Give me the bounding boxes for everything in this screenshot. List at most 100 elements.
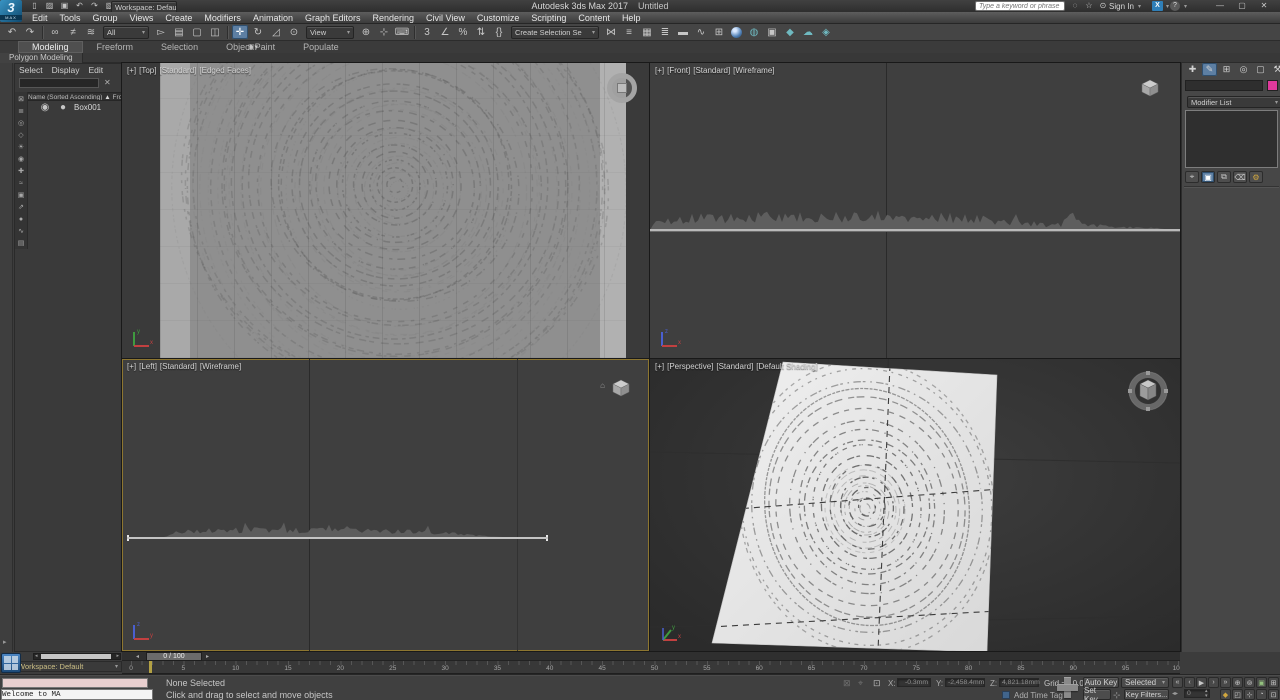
go-to-start-icon[interactable]: «: [1172, 677, 1183, 688]
hierarchy-tab[interactable]: ⊞: [1219, 63, 1234, 76]
fingerprint-plane-top[interactable]: [160, 63, 626, 358]
ribbon-tab-populate[interactable]: Populate: [289, 41, 353, 53]
front-label-+[interactable]: [+]: [655, 66, 664, 75]
modifier-list-dropdown[interactable]: Modifier List▾: [1187, 96, 1280, 108]
select-and-scale-icon[interactable]: ◿: [268, 25, 284, 39]
z-coord-field[interactable]: 4,821.18mm: [999, 678, 1039, 687]
list-item[interactable]: ◉● Box001: [28, 103, 122, 112]
undo-icon[interactable]: ↶: [4, 25, 20, 39]
help-icon[interactable]: ?: [1170, 1, 1180, 11]
display-tab[interactable]: ▢: [1253, 63, 1268, 76]
viewport-layout-button[interactable]: [1, 653, 21, 673]
help-chevron-icon[interactable]: ▾: [1184, 3, 1187, 10]
show-end-result-icon[interactable]: ▣: [1201, 171, 1215, 183]
zoom-all-icon[interactable]: ⊚: [1244, 677, 1255, 688]
pan-hand-icon[interactable]: ⊹: [1244, 689, 1255, 700]
undo-qat-icon[interactable]: ↶: [73, 0, 86, 11]
se-bones-filter-icon[interactable]: ∿: [16, 225, 27, 237]
next-frame-arrow-icon[interactable]: ▸: [206, 653, 209, 660]
bind-to-space-warp-icon[interactable]: ≋: [83, 25, 99, 39]
ribbon-tab-modeling[interactable]: Modeling: [18, 41, 83, 53]
open-file-icon[interactable]: ▨: [43, 0, 56, 11]
unlink-selection-icon[interactable]: ≠: [65, 25, 81, 39]
selection-filter-dropdown[interactable]: All▾: [103, 26, 149, 39]
top-label-top[interactable]: [Top]: [139, 66, 156, 75]
menu-group[interactable]: Group: [87, 12, 124, 23]
se-lock-icon[interactable]: ⊠: [16, 93, 27, 105]
viewcube-home-icon[interactable]: ⌂: [600, 381, 605, 390]
explorer-menu-edit[interactable]: Edit: [89, 65, 104, 75]
align-icon[interactable]: ≡: [621, 25, 637, 39]
render-in-cloud-icon[interactable]: ☁: [800, 25, 816, 39]
menu-tools[interactable]: Tools: [54, 12, 87, 23]
communication-center-icon[interactable]: ◌: [1069, 0, 1081, 11]
exchange-chevron-icon[interactable]: ▾: [1166, 3, 1169, 10]
menu-customize[interactable]: Customize: [471, 12, 526, 23]
key-mode-icon[interactable]: ◆: [1220, 689, 1231, 700]
x-coord-field[interactable]: -0.3mm: [897, 678, 931, 687]
viewport-top[interactable]: [+][Top][Standard][Edged Faces] yx: [122, 63, 649, 358]
named-selection-set-dropdown[interactable]: Create Selection Se▾: [511, 26, 599, 39]
menu-modifiers[interactable]: Modifiers: [198, 12, 247, 23]
left-label-+[interactable]: [+]: [127, 362, 136, 371]
explorer-menu-display[interactable]: Display: [52, 65, 80, 75]
rectangular-selection-region-icon[interactable]: ▢: [189, 25, 205, 39]
zoom-icon[interactable]: ⊕: [1232, 677, 1243, 688]
object-color-swatch[interactable]: [1267, 80, 1278, 91]
remove-modifier-icon[interactable]: ⌫: [1233, 171, 1247, 183]
left-label-standard[interactable]: [Standard]: [160, 362, 197, 371]
se-helpers-filter-icon[interactable]: ✚: [16, 165, 27, 177]
viewport-front[interactable]: [+][Front][Standard][Wireframe] zx: [650, 63, 1180, 358]
perspective-label-default-shading[interactable]: [Default Shading]: [756, 362, 817, 371]
frame-step-icons[interactable]: ◂▸: [1172, 690, 1178, 697]
zoom-extents-all-icon[interactable]: ⊞: [1268, 677, 1279, 688]
select-and-place-icon[interactable]: ⊙: [286, 25, 302, 39]
scrollbar-thumb[interactable]: [41, 654, 111, 659]
menu-content[interactable]: Content: [572, 12, 616, 23]
rendered-frame-window-icon[interactable]: ▣: [764, 25, 780, 39]
previous-frame-arrow-icon[interactable]: ◂: [136, 653, 139, 660]
front-label-wireframe[interactable]: [Wireframe]: [733, 66, 774, 75]
se-lights-filter-icon[interactable]: ☀: [16, 141, 27, 153]
minimize-icon[interactable]: —: [1212, 0, 1228, 11]
ribbon-tab-freeform[interactable]: Freeform: [83, 41, 148, 53]
object-name-field[interactable]: [1185, 80, 1263, 91]
redo-qat-icon[interactable]: ↷: [88, 0, 101, 11]
viewcube[interactable]: [1126, 369, 1170, 413]
autodesk-exchange-icon[interactable]: X: [1152, 1, 1163, 11]
save-file-icon[interactable]: ▣: [58, 0, 71, 11]
previous-frame-icon[interactable]: ‹: [1184, 677, 1195, 688]
make-unique-icon[interactable]: ⧉: [1217, 171, 1231, 183]
explorer-workspace-tab[interactable]: Workspace: Default▾: [14, 661, 122, 672]
close-icon[interactable]: ✕: [1256, 0, 1272, 11]
add-time-tag-button[interactable]: Add Time Tag: [1014, 691, 1063, 700]
selection-lock-icon[interactable]: ⊠: [843, 678, 851, 689]
snaps-toggle-icon[interactable]: 3: [419, 25, 435, 39]
menu-help[interactable]: Help: [616, 12, 647, 23]
reference-coordinate-dropdown[interactable]: View▾: [306, 26, 354, 39]
menu-edit[interactable]: Edit: [26, 12, 54, 23]
render-flyout-icon[interactable]: ◈: [818, 25, 834, 39]
layer-explorer-icon[interactable]: ≣: [657, 25, 673, 39]
macro-recorder-field[interactable]: [2, 678, 148, 688]
mirror-icon[interactable]: ⋈: [603, 25, 619, 39]
select-by-name-icon[interactable]: ▤: [171, 25, 187, 39]
material-editor-icon[interactable]: ●: [731, 27, 742, 38]
motion-tab[interactable]: ◎: [1236, 63, 1251, 76]
menu-rendering[interactable]: Rendering: [367, 12, 421, 23]
angle-snap-icon[interactable]: ∠: [437, 25, 453, 39]
time-slider-handle[interactable]: 0 / 100: [146, 652, 202, 661]
viewport-perspective[interactable]: [+][Perspective][Standard][Default Shadi…: [650, 359, 1180, 651]
zoom-extents-icon[interactable]: ▣: [1256, 677, 1267, 688]
zoom-region-icon[interactable]: ◰: [1232, 689, 1243, 700]
clear-search-icon[interactable]: ✕: [104, 78, 111, 87]
menu-create[interactable]: Create: [159, 12, 198, 23]
top-label-edged-faces[interactable]: [Edged Faces]: [199, 66, 251, 75]
se-spacewarps-filter-icon[interactable]: ≈: [16, 177, 27, 189]
set-key-button[interactable]: Set Key: [1083, 689, 1111, 700]
se-cameras-filter-icon[interactable]: ◉: [16, 153, 27, 165]
favorites-icon[interactable]: ☆: [1083, 0, 1095, 11]
orbit-icon[interactable]: ◔: [1256, 689, 1267, 700]
menu-civil-view[interactable]: Civil View: [420, 12, 471, 23]
configure-modifier-sets-icon[interactable]: ⚙: [1249, 171, 1263, 183]
